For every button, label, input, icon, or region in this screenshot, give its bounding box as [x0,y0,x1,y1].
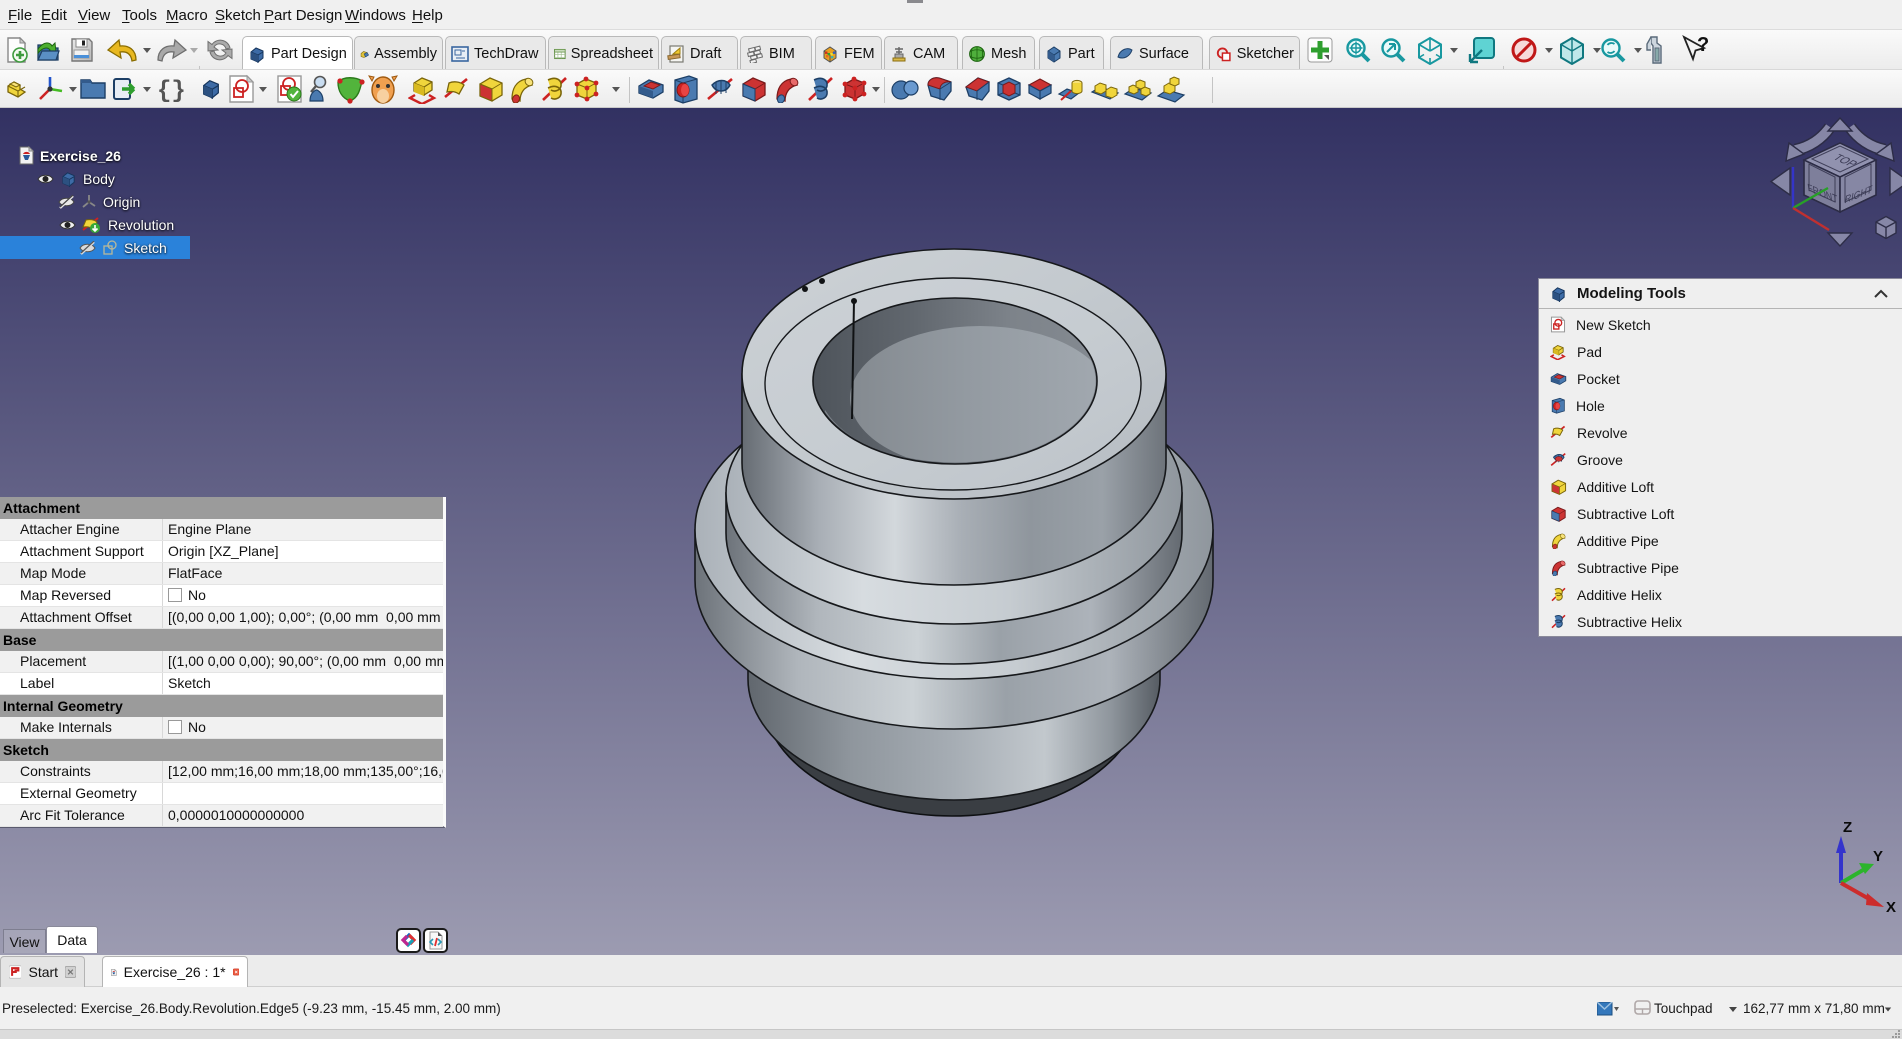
svg-text:{}: {} [157,78,184,103]
svg-text:Y: Y [1873,848,1883,865]
svg-text:?: ? [1697,35,1709,56]
svg-text:X: X [1886,899,1896,916]
svg-text:Z: Z [1843,819,1852,836]
